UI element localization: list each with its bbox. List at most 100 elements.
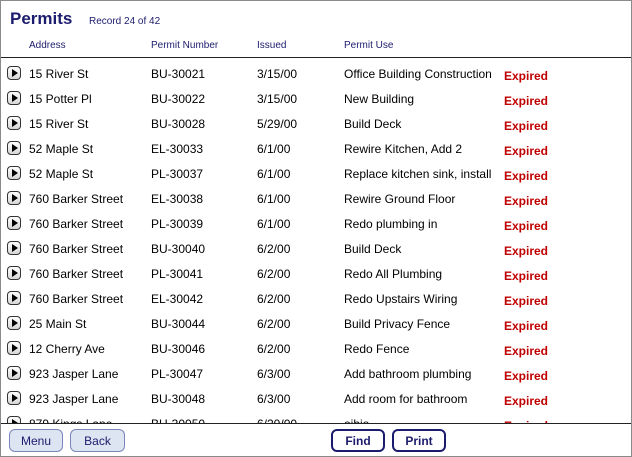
cell-permit-use: Office Building Construction: [344, 67, 492, 81]
cell-permit-number: BU-30048: [151, 392, 206, 406]
table-row[interactable]: 879 Kings LaneBU-300506/20/00oibioExpire…: [1, 409, 631, 423]
cell-permit-use: Build Privacy Fence: [344, 317, 451, 331]
table-row[interactable]: 760 Barker Street EL-30038 6/1/00 Rewire Gr…: [1, 184, 631, 209]
arrow-right-icon[interactable]: [7, 266, 21, 280]
column-header-permit-number: Permit Number: [151, 40, 219, 51]
cell-permit-number: EL-30042: [151, 292, 204, 306]
cell-issued: 6/3/00: [257, 367, 291, 381]
column-header-issued: Issued: [257, 40, 287, 51]
status-badge: Expired: [504, 294, 549, 308]
cell-issued: 6/1/00: [257, 142, 291, 156]
status-badge: Expired: [504, 369, 549, 383]
table-row[interactable]: 15 River St BU-30028 5/29/00 Build Deck Expi…: [1, 109, 631, 134]
cell-address: 52 Maple St: [29, 142, 94, 156]
cell-permit-use: Rewire Ground Floor: [344, 192, 456, 206]
table-row[interactable]: 52 Maple St EL-30033 6/1/00 Rewire Kitchen,…: [1, 134, 631, 159]
cell-permit-number: BU-30040: [151, 242, 206, 256]
cell-permit-number: EL-30038: [151, 192, 204, 206]
cell-address: 760 Barker Street: [29, 192, 124, 206]
column-header-address: Address: [29, 40, 66, 51]
cell-address: 15 River St: [29, 67, 89, 81]
cell-permit-number: EL-30033: [151, 142, 204, 156]
table-row[interactable]: 52 Maple St PL-30037 6/1/00 Replace kitchen…: [1, 159, 631, 184]
cell-permit-number: BU-30028: [151, 117, 206, 131]
cell-issued: 3/15/00: [257, 92, 298, 106]
print-button[interactable]: Print: [392, 429, 446, 452]
find-button[interactable]: Find: [331, 429, 385, 452]
status-badge: Expired: [504, 119, 549, 133]
header: Permits Record 24 of 42 Address Permit N…: [1, 1, 631, 58]
arrow-right-icon[interactable]: [7, 241, 21, 255]
table-row[interactable]: 760 Barker Street EL-30042 6/2/00 Redo Upst…: [1, 284, 631, 309]
arrow-right-icon[interactable]: [7, 166, 21, 180]
table-row[interactable]: 923 Jasper Lane BU-30048 6/3/00 Add room fo…: [1, 384, 631, 409]
cell-address: 15 Potter Pl: [29, 92, 92, 106]
cell-issued: 6/2/00: [257, 242, 291, 256]
cell-permit-number: BU-30046: [151, 342, 206, 356]
table-row[interactable]: 12 Cherry Ave BU-30046 6/2/00 Redo Fence Exp…: [1, 334, 631, 359]
status-badge: Expired: [504, 269, 549, 283]
cell-issued: 6/2/00: [257, 342, 291, 356]
table-row[interactable]: 15 Potter Pl BU-30022 3/15/00 New Building E…: [1, 84, 631, 109]
status-badge: Expired: [504, 244, 549, 258]
cell-permit-use: Redo Upstairs Wiring: [344, 292, 458, 306]
arrow-right-icon[interactable]: [7, 191, 21, 205]
cell-issued: 6/1/00: [257, 167, 291, 181]
cell-permit-number: BU-30022: [151, 92, 206, 106]
table-row[interactable]: 760 Barker Street BU-30040 6/2/00 Build Dec…: [1, 234, 631, 259]
table-row[interactable]: 25 Main St BU-30044 6/2/00 Build Privacy Fe…: [1, 309, 631, 334]
cell-permit-use: Rewire Kitchen, Add 2: [344, 142, 463, 156]
cell-address: 760 Barker Street: [29, 267, 124, 281]
arrow-right-icon[interactable]: [7, 391, 21, 405]
record-counter: Record 24 of 42: [89, 16, 161, 27]
cell-permit-number: PL-30039: [151, 217, 204, 231]
cell-issued: 6/1/00: [257, 217, 291, 231]
status-badge: Expired: [504, 219, 549, 233]
arrow-right-icon[interactable]: [7, 116, 21, 130]
status-badge: Expired: [504, 169, 549, 183]
cell-address: 923 Jasper Lane: [29, 392, 119, 406]
cell-permit-use: Redo All Plumbing: [344, 267, 443, 281]
menu-button[interactable]: Menu: [9, 429, 63, 452]
cell-issued: 5/29/00: [257, 117, 298, 131]
cell-address: 15 River St: [29, 117, 89, 131]
cell-address: 25 Main St: [29, 317, 87, 331]
cell-address: 760 Barker Street: [29, 292, 124, 306]
arrow-right-icon[interactable]: [7, 291, 21, 305]
cell-permit-use: Build Deck: [344, 117, 402, 131]
arrow-right-icon[interactable]: [7, 416, 21, 423]
cell-permit-use: New Building: [344, 92, 415, 106]
arrow-right-icon[interactable]: [7, 366, 21, 380]
arrow-right-icon[interactable]: [7, 91, 21, 105]
footer: Menu Back Find Print: [1, 423, 631, 456]
cell-permit-use: Build Deck: [344, 242, 402, 256]
status-badge: Expired: [504, 94, 549, 108]
arrow-right-icon[interactable]: [7, 216, 21, 230]
cell-issued: 6/2/00: [257, 317, 291, 331]
arrow-right-icon[interactable]: [7, 141, 21, 155]
arrow-right-icon[interactable]: [7, 341, 21, 355]
cell-address: 760 Barker Street: [29, 242, 124, 256]
arrow-right-icon[interactable]: [7, 316, 21, 330]
table-row[interactable]: 760 Barker Street PL-30039 6/1/00 Redo plum…: [1, 209, 631, 234]
cell-permit-use: Add bathroom plumbing: [344, 367, 472, 381]
table-row[interactable]: 15 River St BU-30021 3/15/00 Office Buildin…: [1, 59, 631, 84]
back-button[interactable]: Back: [70, 429, 125, 452]
cell-address: 760 Barker Street: [29, 217, 124, 231]
cell-permit-number: PL-30041: [151, 267, 204, 281]
table-row[interactable]: 760 Barker Street PL-30041 6/2/00 Redo All …: [1, 259, 631, 284]
status-badge: Expired: [504, 394, 549, 408]
status-badge: Expired: [504, 69, 549, 83]
arrow-right-icon[interactable]: [7, 66, 21, 80]
cell-permit-number: PL-30037: [151, 167, 204, 181]
permit-list[interactable]: 15 River St BU-30021 3/15/00 Office Buildin…: [1, 58, 631, 423]
cell-permit-use: Add room for bathroom: [344, 392, 468, 406]
status-badge: Expired: [504, 194, 549, 208]
cell-address: 923 Jasper Lane: [29, 367, 119, 381]
status-badge: Expired: [504, 144, 549, 158]
cell-permit-number: BU-30044: [151, 317, 206, 331]
table-row[interactable]: 923 Jasper Lane PL-30047 6/3/00 Add bathroo…: [1, 359, 631, 384]
cell-issued: 6/2/00: [257, 267, 291, 281]
permits-window: Permits Record 24 of 42 Address Permit N…: [0, 0, 632, 457]
cell-permit-number: PL-30047: [151, 367, 204, 381]
